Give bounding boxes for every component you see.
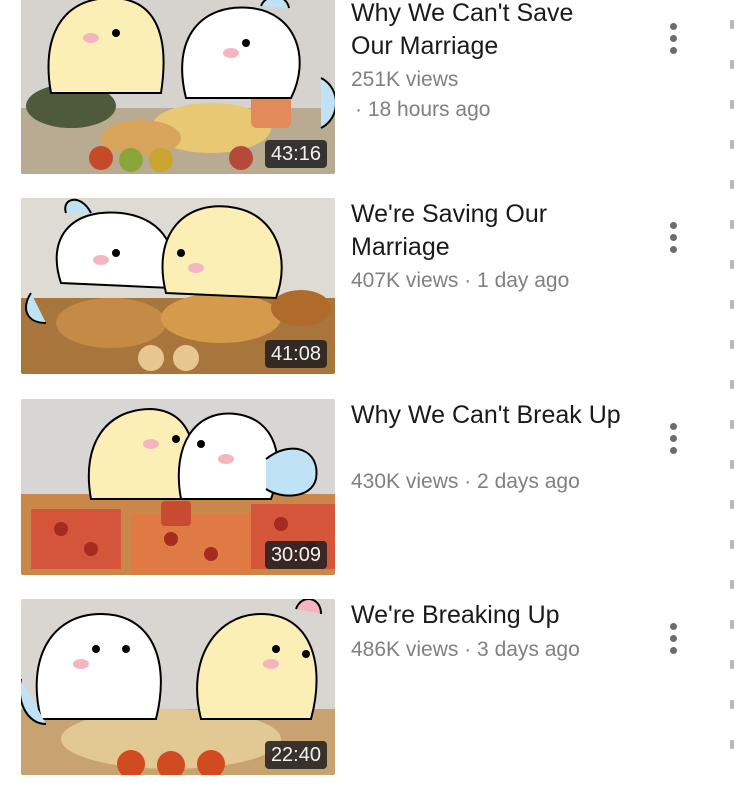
video-duration: 43:16 bbox=[264, 140, 327, 168]
video-thumbnail[interactable]: 41:08 bbox=[21, 198, 335, 374]
video-thumbnail[interactable]: 22:40 bbox=[21, 599, 335, 775]
video-meta: 486K views · 3 days ago bbox=[351, 638, 580, 661]
video-duration: 41:08 bbox=[264, 340, 327, 368]
video-duration: 22:40 bbox=[264, 741, 327, 769]
video-thumbnail[interactable]: 30:09 bbox=[21, 399, 335, 575]
more-vert-icon[interactable] bbox=[660, 18, 686, 58]
video-view-count: 251K views bbox=[351, 68, 459, 91]
video-item[interactable]: 41:08 We're Saving Our Marriage 407K vie… bbox=[0, 198, 736, 388]
video-title[interactable]: Why We Can't Break Up bbox=[351, 399, 621, 432]
more-vert-icon[interactable] bbox=[660, 217, 686, 257]
video-item[interactable]: 22:40 We're Breaking Up 486K views · 3 d… bbox=[0, 599, 736, 789]
video-title[interactable]: We're Saving Our Marriage bbox=[351, 198, 621, 264]
video-thumbnail[interactable]: 43:16 bbox=[21, 0, 335, 174]
scroll-edge bbox=[726, 0, 736, 776]
video-item[interactable]: 43:16 Why We Can't Save Our Marriage 251… bbox=[0, 0, 736, 190]
more-vert-icon[interactable] bbox=[660, 418, 686, 458]
video-item[interactable]: 30:09 Why We Can't Break Up 430K views ·… bbox=[0, 399, 736, 589]
video-title[interactable]: We're Breaking Up bbox=[351, 599, 621, 632]
video-meta: 407K views · 1 day ago bbox=[351, 269, 570, 292]
video-meta: 430K views · 2 days ago bbox=[351, 470, 580, 493]
video-upload-age: · 18 hours ago bbox=[355, 98, 491, 121]
video-duration: 30:09 bbox=[264, 541, 327, 569]
more-vert-icon[interactable] bbox=[660, 618, 686, 658]
video-title[interactable]: Why We Can't Save Our Marriage bbox=[351, 0, 621, 63]
